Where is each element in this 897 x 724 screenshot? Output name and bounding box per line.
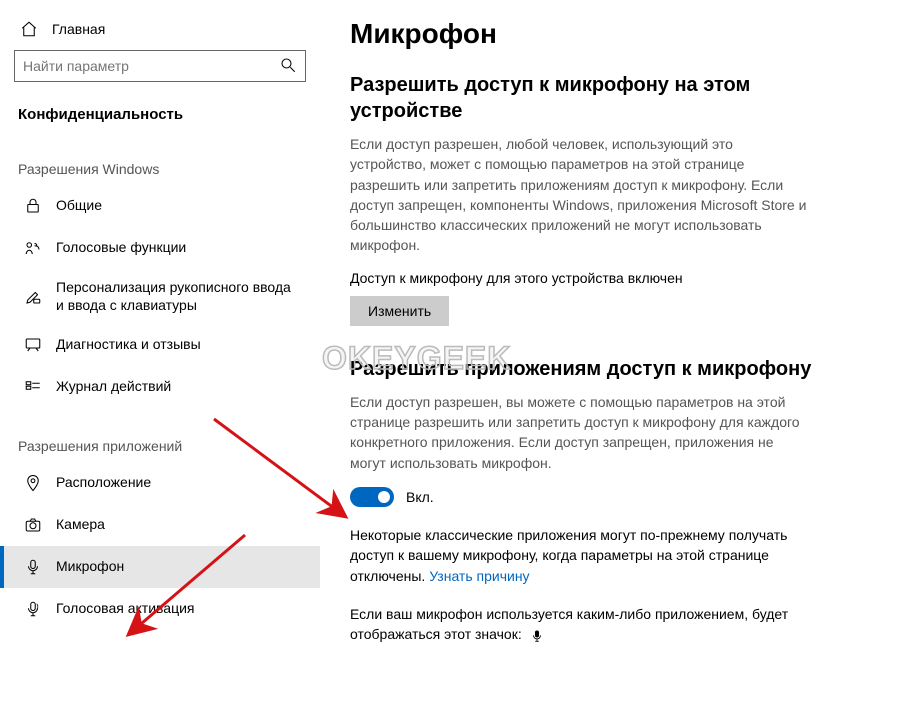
camera-icon	[24, 516, 42, 534]
search-icon	[279, 56, 297, 77]
change-button[interactable]: Изменить	[350, 296, 449, 326]
indicator-note: Если ваш микрофон используется каким-либ…	[350, 604, 810, 645]
toggle-state-label: Вкл.	[406, 489, 434, 505]
sidebar-item-location[interactable]: Расположение	[0, 462, 320, 504]
sidebar-item-activity[interactable]: Журнал действий	[0, 366, 320, 408]
sidebar-item-label: Общие	[56, 197, 102, 215]
section1-body: Если доступ разрешен, любой человек, исп…	[350, 134, 810, 256]
note-text: Некоторые классические приложения могут …	[350, 527, 787, 584]
sidebar-item-voice-activation[interactable]: Голосовая активация	[0, 588, 320, 630]
home-icon	[20, 20, 38, 38]
search-wrap	[0, 50, 320, 92]
section2-title: Разрешить приложениям доступ к микрофону	[350, 356, 867, 382]
page-title: Микрофон	[350, 18, 867, 50]
device-access-status: Доступ к микрофону для этого устройства …	[350, 270, 867, 286]
apps-access-toggle-row: Вкл.	[350, 487, 867, 507]
home-label: Главная	[52, 21, 105, 37]
microphone-indicator-icon	[530, 628, 544, 642]
section-windows-perms: Разрешения Windows	[0, 131, 320, 185]
content-pane: Микрофон Разрешить доступ к микрофону на…	[320, 0, 897, 724]
section-app-perms: Разрешения приложений	[0, 408, 320, 462]
sidebar-item-label: Микрофон	[56, 558, 124, 576]
sidebar-item-label: Камера	[56, 516, 105, 534]
search-box[interactable]	[14, 50, 306, 82]
sidebar-item-label: Диагностика и отзывы	[56, 336, 201, 354]
lock-icon	[24, 197, 42, 215]
sidebar-item-label: Голосовые функции	[56, 239, 186, 257]
sidebar-item-label: Голосовая активация	[56, 600, 195, 618]
sidebar-item-diagnostics[interactable]: Диагностика и отзывы	[0, 324, 320, 366]
section1-title: Разрешить доступ к микрофону на этом уст…	[350, 72, 867, 124]
sidebar-item-label: Журнал действий	[56, 378, 171, 396]
sidebar-item-inking[interactable]: Персонализация рукописного ввода и ввода…	[0, 269, 320, 324]
speech-icon	[24, 239, 42, 257]
privacy-header: Конфиденциальность	[0, 92, 320, 131]
sidebar: Главная Конфиденциальность Разрешения Wi…	[0, 0, 320, 724]
sidebar-item-microphone[interactable]: Микрофон	[0, 546, 320, 588]
sidebar-item-general[interactable]: Общие	[0, 185, 320, 227]
section2-body: Если доступ разрешен, вы можете с помощь…	[350, 392, 810, 473]
sidebar-item-speech[interactable]: Голосовые функции	[0, 227, 320, 269]
pen-icon	[24, 288, 42, 306]
desktop-apps-note: Некоторые классические приложения могут …	[350, 525, 810, 586]
indicator-text: Если ваш микрофон используется каким-либ…	[350, 606, 788, 642]
feedback-icon	[24, 336, 42, 354]
sidebar-item-label: Расположение	[56, 474, 151, 492]
search-input[interactable]	[23, 58, 279, 74]
learn-why-link[interactable]: Узнать причину	[429, 568, 529, 584]
sidebar-item-camera[interactable]: Камера	[0, 504, 320, 546]
location-icon	[24, 474, 42, 492]
home-nav[interactable]: Главная	[0, 12, 320, 50]
apps-access-toggle[interactable]	[350, 487, 394, 507]
sidebar-item-label: Персонализация рукописного ввода и ввода…	[56, 279, 302, 314]
microphone-icon	[24, 558, 42, 576]
voice-activation-icon	[24, 600, 42, 618]
activity-icon	[24, 378, 42, 396]
